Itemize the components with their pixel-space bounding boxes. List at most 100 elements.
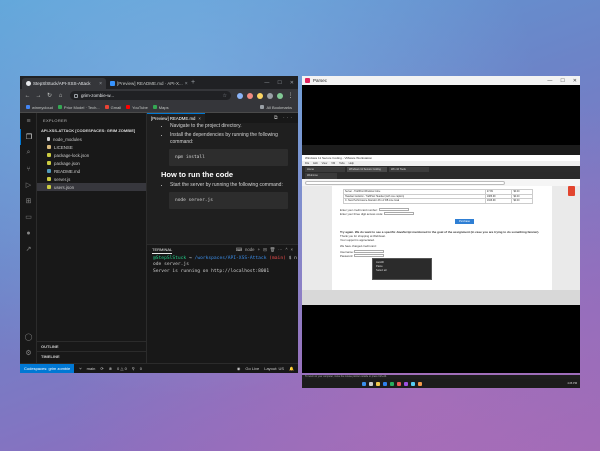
close-window-icon[interactable]: ✕ — [290, 80, 294, 86]
windows-start-icon[interactable] — [362, 381, 366, 386]
app-icon[interactable] — [404, 381, 408, 386]
file-item[interactable]: server.js — [37, 175, 146, 183]
split-icon[interactable]: ⊟ — [263, 247, 267, 253]
editor-actions-icon[interactable]: ⧉ ··· — [274, 115, 298, 121]
file-item[interactable]: README.md — [37, 167, 146, 175]
explorer-icon[interactable]: ❐ — [20, 129, 37, 145]
app-icon[interactable] — [418, 381, 422, 386]
trash-icon[interactable]: 🗑 — [270, 247, 275, 253]
close-icon[interactable]: × — [290, 247, 293, 253]
extension-icon[interactable] — [237, 92, 243, 99]
vm-tab[interactable]: Win 10 Tools — [389, 166, 429, 172]
tab-terminal[interactable]: TERMINAL — [152, 247, 173, 254]
new-tab-button[interactable]: + — [191, 79, 195, 86]
remote-desktop-view[interactable]: Windows 11 Secure Coding - VMware Workst… — [302, 85, 580, 388]
vm-menu-item[interactable]: Edit — [313, 162, 317, 165]
bell-icon[interactable]: 🔔 — [289, 366, 294, 371]
extensions-icon[interactable]: ⊞ — [20, 193, 37, 209]
close-icon[interactable]: × — [185, 81, 188, 87]
all-bookmarks[interactable]: All Bookmarks — [260, 105, 292, 110]
file-item[interactable]: package.json — [37, 159, 146, 167]
account-icon[interactable]: ◯ — [20, 329, 37, 345]
puzzle-icon[interactable] — [267, 92, 273, 99]
access-code-input[interactable] — [383, 212, 414, 216]
terminal-output[interactable]: @StepSlStuck → /workspaces/API-XSS-Attac… — [147, 255, 298, 276]
guest-tab[interactable]: Welcome — [305, 172, 337, 179]
menu-icon[interactable]: ≡ — [20, 113, 37, 129]
markdown-preview: Navigate to the project directory. Insta… — [147, 123, 298, 209]
file-item[interactable]: package-lock.json — [37, 151, 146, 159]
status-layout[interactable]: Layout: US — [264, 366, 284, 371]
run-debug-icon[interactable]: ▷ — [20, 177, 37, 193]
more-icon[interactable]: ··· — [278, 247, 282, 253]
bookmark-item[interactable]: Prior Model · Tech... — [57, 105, 100, 110]
minimize-icon[interactable]: — — [264, 80, 269, 86]
reload-icon[interactable]: ↻ — [46, 92, 53, 99]
vmware-window: Windows 11 Secure Coding - VMware Workst… — [302, 155, 580, 388]
github-icon[interactable]: ● — [20, 225, 37, 241]
vm-menu-item[interactable]: VM — [331, 162, 335, 165]
purchase-button[interactable]: Purchase — [455, 218, 474, 224]
app-icon[interactable] — [411, 381, 415, 386]
avatar[interactable] — [277, 92, 283, 99]
add-terminal-icon[interactable]: + — [258, 247, 261, 253]
maximize-icon[interactable]: ☐ — [560, 78, 564, 84]
status-golive[interactable]: Go Live — [245, 366, 259, 371]
sync-icon[interactable]: ⟳ — [100, 366, 103, 371]
search-icon[interactable]: ⌕ — [20, 145, 37, 161]
vm-menu-item[interactable]: View — [322, 162, 328, 165]
tab-preview[interactable]: [Preview] README.md · API-X... × — [106, 78, 188, 89]
home-icon[interactable]: ⌂ — [57, 93, 64, 99]
folder-icon[interactable] — [376, 381, 380, 386]
bookmark-item[interactable]: Maps — [152, 105, 169, 110]
guest-url-input[interactable] — [305, 180, 505, 185]
username-input[interactable] — [354, 250, 385, 254]
bookmark-item[interactable]: Gmail — [104, 105, 121, 110]
status-ports[interactable]: 0 — [140, 366, 142, 371]
menu-icon[interactable]: ⋮ — [287, 92, 294, 99]
json-icon — [47, 185, 51, 189]
forward-icon[interactable]: → — [35, 93, 42, 99]
tab-github[interactable]: StepSlStuck/API-XSS-Attack × — [22, 78, 106, 89]
vm-tab[interactable]: Windows 11 Secure Coding — [347, 166, 387, 172]
outline-section[interactable]: OUTLINE — [37, 341, 147, 351]
vm-menu-item[interactable]: Help — [349, 162, 354, 165]
workspace-root[interactable]: API-XSS-ATTACK [CODESPACES: GRIM ZOMBIE] — [37, 126, 146, 135]
app-icon[interactable] — [390, 381, 394, 386]
context-menu-item[interactable]: Select all — [376, 269, 428, 273]
close-icon[interactable]: × — [99, 81, 102, 87]
timeline-section[interactable]: TIMELINE — [37, 351, 147, 361]
maximize-icon[interactable]: ☐ — [277, 80, 281, 86]
terminal-shell-label[interactable]: node — [245, 247, 255, 253]
vm-menu-item[interactable]: File — [305, 162, 309, 165]
bookmark-item[interactable]: YouTube — [126, 105, 148, 110]
file-item[interactable]: LICENSE — [37, 143, 146, 151]
extension-icon[interactable] — [257, 92, 263, 99]
edge-icon[interactable] — [383, 381, 387, 386]
status-branch[interactable]: main — [87, 366, 96, 371]
close-icon[interactable]: × — [198, 116, 201, 121]
remote-explorer-icon[interactable]: ▭ — [20, 209, 37, 225]
file-item[interactable]: node_modules — [37, 135, 146, 143]
sidebar-app-icon[interactable] — [568, 186, 575, 196]
extension-icon[interactable] — [247, 92, 253, 99]
search-icon[interactable] — [369, 381, 373, 386]
tab-readme-preview[interactable]: [Preview] README.md × — [147, 113, 205, 123]
chevron-up-icon[interactable]: ^ — [285, 247, 287, 253]
bookmark-item[interactable]: winmycloud — [26, 105, 53, 110]
remote-indicator[interactable]: Codespaces: grim zombie — [20, 363, 75, 373]
gear-icon[interactable]: ⚙ — [20, 345, 37, 361]
source-control-icon[interactable]: ⑂ — [20, 161, 37, 177]
live-share-icon[interactable]: ↗ — [20, 241, 37, 257]
address-bar[interactable]: grim-zombie-w... ☆ — [70, 91, 231, 100]
close-window-icon[interactable]: ✕ — [573, 78, 577, 84]
status-problems[interactable]: 0 △ 0 — [117, 366, 127, 371]
file-item[interactable]: users.json — [37, 183, 146, 191]
back-icon[interactable]: ← — [24, 93, 31, 99]
app-icon[interactable] — [397, 381, 401, 386]
vm-tab[interactable]: Home — [305, 166, 345, 172]
vm-menu-item[interactable]: Tabs — [339, 162, 344, 165]
password-input[interactable] — [353, 254, 384, 258]
minimize-icon[interactable]: — — [547, 78, 552, 84]
star-icon[interactable]: ☆ — [223, 93, 227, 99]
